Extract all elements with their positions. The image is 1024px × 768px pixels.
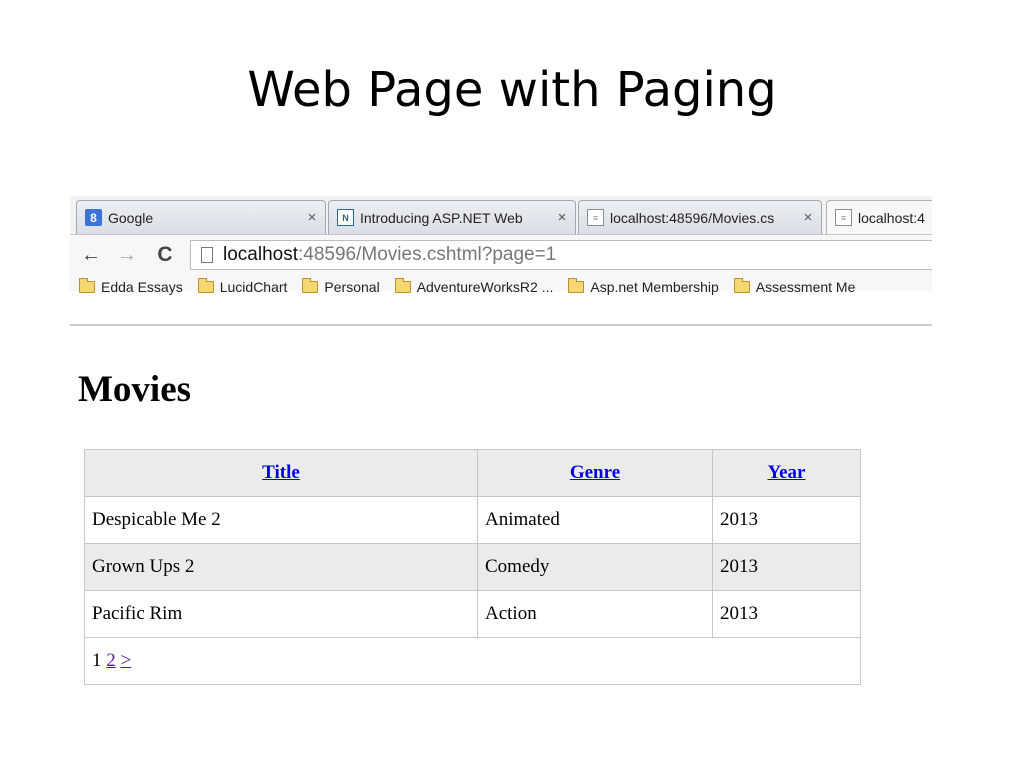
reload-icon[interactable]: C: [154, 243, 176, 266]
bookmark-aspnet-membership[interactable]: Asp.net Membership: [568, 278, 719, 295]
cell-title: Pacific Rim: [84, 590, 478, 638]
page-icon: ≡: [835, 209, 852, 226]
bookmark-label: LucidChart: [219, 279, 288, 295]
folder-icon: [302, 278, 319, 293]
cell-year: 2013: [712, 543, 861, 591]
pager-row: 1 2 >: [84, 637, 861, 685]
pager-next-link[interactable]: >: [121, 650, 132, 671]
bookmark-label: Personal: [324, 279, 380, 295]
bookmark-personal[interactable]: Personal: [302, 278, 380, 295]
google-icon: 8: [85, 209, 102, 226]
bookmark-label: Edda Essays: [101, 279, 183, 295]
url-host: localhost: [223, 244, 298, 265]
page-icon: [201, 247, 213, 263]
tab-google[interactable]: 8 Google ×: [76, 200, 326, 234]
table-row: Grown Ups 2 Comedy 2013: [84, 543, 861, 591]
table-row: Pacific Rim Action 2013: [84, 590, 861, 638]
cell-genre: Comedy: [477, 543, 713, 591]
bookmark-adventureworks[interactable]: AdventureWorksR2 ...: [394, 278, 554, 295]
pager-current-page: 1: [92, 650, 102, 671]
close-icon[interactable]: ×: [799, 209, 817, 226]
close-icon[interactable]: ×: [553, 209, 571, 226]
address-bar[interactable]: localhost:48596/Movies.cshtml?page=1: [190, 240, 932, 270]
bookmarks-bar: Edda Essays LucidChart Personal Adventur…: [70, 275, 932, 299]
cell-genre: Action: [477, 590, 713, 638]
cell-year: 2013: [712, 496, 861, 544]
movies-table: Title Genre Year Despicable Me 2 Animate…: [84, 449, 861, 685]
cell-year: 2013: [712, 590, 861, 638]
bookmark-label: Assessment Me: [755, 279, 856, 295]
tab-movies-active[interactable]: ≡ localhost:4: [826, 200, 932, 234]
bookmark-assessment[interactable]: Assessment Me: [733, 278, 856, 295]
tab-label: localhost:4: [858, 209, 925, 226]
url-path: :48596/Movies.cshtml?page=1: [298, 244, 557, 265]
bookmark-label: AdventureWorksR2 ...: [416, 279, 554, 295]
page-heading: Movies: [78, 369, 192, 410]
column-header-year: Year: [712, 449, 861, 497]
table-header-row: Title Genre Year: [84, 449, 861, 497]
folder-icon: [733, 278, 750, 293]
pager: 1 2 >: [84, 637, 861, 685]
browser-screenshot: 8 Google × N Introducing ASP.NET Web × ≡…: [70, 196, 932, 696]
page-icon: ≡: [587, 209, 604, 226]
back-arrow-icon[interactable]: ←: [80, 244, 102, 266]
tab-introducing-aspnet[interactable]: N Introducing ASP.NET Web ×: [328, 200, 576, 234]
browser-toolbar: ← → C localhost:48596/Movies.cshtml?page…: [70, 234, 932, 295]
tab-label: Introducing ASP.NET Web: [360, 209, 523, 226]
folder-icon: [394, 278, 411, 293]
cell-genre: Animated: [477, 496, 713, 544]
aspnet-icon: N: [337, 209, 354, 226]
column-header-title: Title: [84, 449, 478, 497]
bookmark-edda-essays[interactable]: Edda Essays: [79, 278, 183, 295]
forward-arrow-icon[interactable]: →: [116, 244, 138, 266]
tab-movies-1[interactable]: ≡ localhost:48596/Movies.cs ×: [578, 200, 822, 234]
slide-title: Web Page with Paging: [247, 62, 777, 118]
folder-icon: [568, 278, 585, 293]
sort-genre-link[interactable]: Genre: [570, 462, 620, 483]
sort-title-link[interactable]: Title: [262, 462, 300, 483]
tab-label: Google: [108, 209, 154, 226]
bookmark-lucidchart[interactable]: LucidChart: [197, 278, 288, 295]
column-header-genre: Genre: [477, 449, 713, 497]
tab-label: localhost:48596/Movies.cs: [610, 209, 775, 226]
folder-icon: [197, 278, 214, 293]
cell-title: Grown Ups 2: [84, 543, 478, 591]
close-icon[interactable]: ×: [303, 209, 321, 226]
pager-page-2-link[interactable]: 2: [106, 650, 116, 671]
sort-year-link[interactable]: Year: [768, 462, 806, 483]
table-row: Despicable Me 2 Animated 2013: [84, 496, 861, 544]
folder-icon: [79, 278, 95, 293]
toolbar-divider: [70, 324, 932, 326]
bookmark-label: Asp.net Membership: [590, 279, 719, 295]
tab-strip: 8 Google × N Introducing ASP.NET Web × ≡…: [70, 196, 932, 234]
cell-title: Despicable Me 2: [84, 496, 478, 544]
